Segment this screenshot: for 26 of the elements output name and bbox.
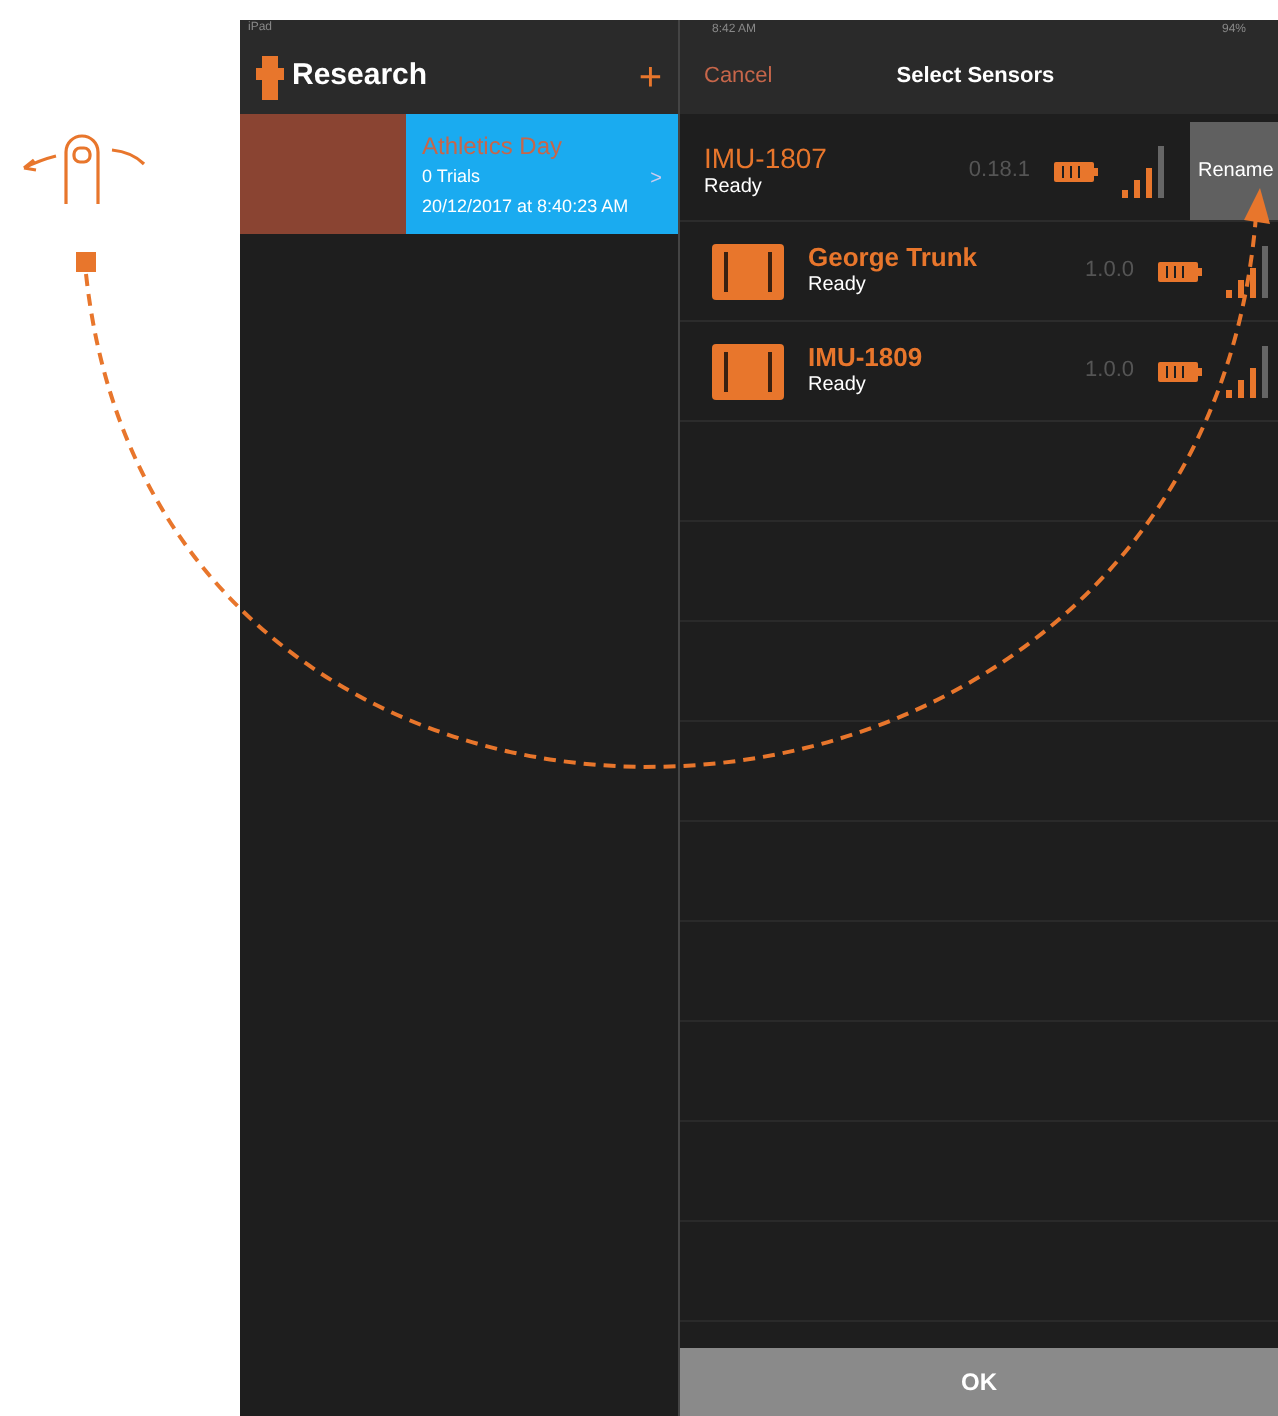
nav-title: Select Sensors	[896, 62, 1055, 93]
sensor-name: IMU-1807	[704, 141, 829, 176]
session-title: Athletics Day	[422, 129, 565, 164]
session-date: 20/12/2017 at 8:40:23 AM	[422, 193, 631, 220]
battery-icon	[1158, 261, 1202, 281]
signal-icon	[1226, 345, 1270, 397]
sensor-name: George Trunk	[808, 242, 980, 275]
trial-count: 0 Trials	[422, 163, 481, 190]
sensor-name: IMU-1809	[808, 342, 925, 375]
battery-icon	[1158, 361, 1202, 381]
swipe-gesture-icon	[22, 134, 146, 204]
add-button[interactable]: +	[638, 57, 662, 97]
signal-icon	[1122, 145, 1166, 197]
rename-button[interactable]: Rename	[1190, 122, 1278, 220]
sensor-status: Ready	[808, 274, 868, 300]
sensor-status: Ready	[704, 176, 764, 201]
ok-button[interactable]: OK	[680, 1348, 1278, 1416]
sensor-icon	[712, 343, 784, 399]
chevron-icon: >	[650, 163, 662, 194]
cancel-button[interactable]: Cancel	[704, 60, 773, 94]
session-card[interactable]: Athletics Day 0 Trials > 20/12/2017 at 8:40:23 AM	[406, 114, 678, 234]
nav-title: Research	[292, 56, 428, 97]
sensor-status: Ready	[808, 374, 868, 400]
sensor-icon	[712, 243, 784, 299]
battery-icon	[1054, 161, 1098, 181]
logo-icon	[256, 55, 284, 99]
